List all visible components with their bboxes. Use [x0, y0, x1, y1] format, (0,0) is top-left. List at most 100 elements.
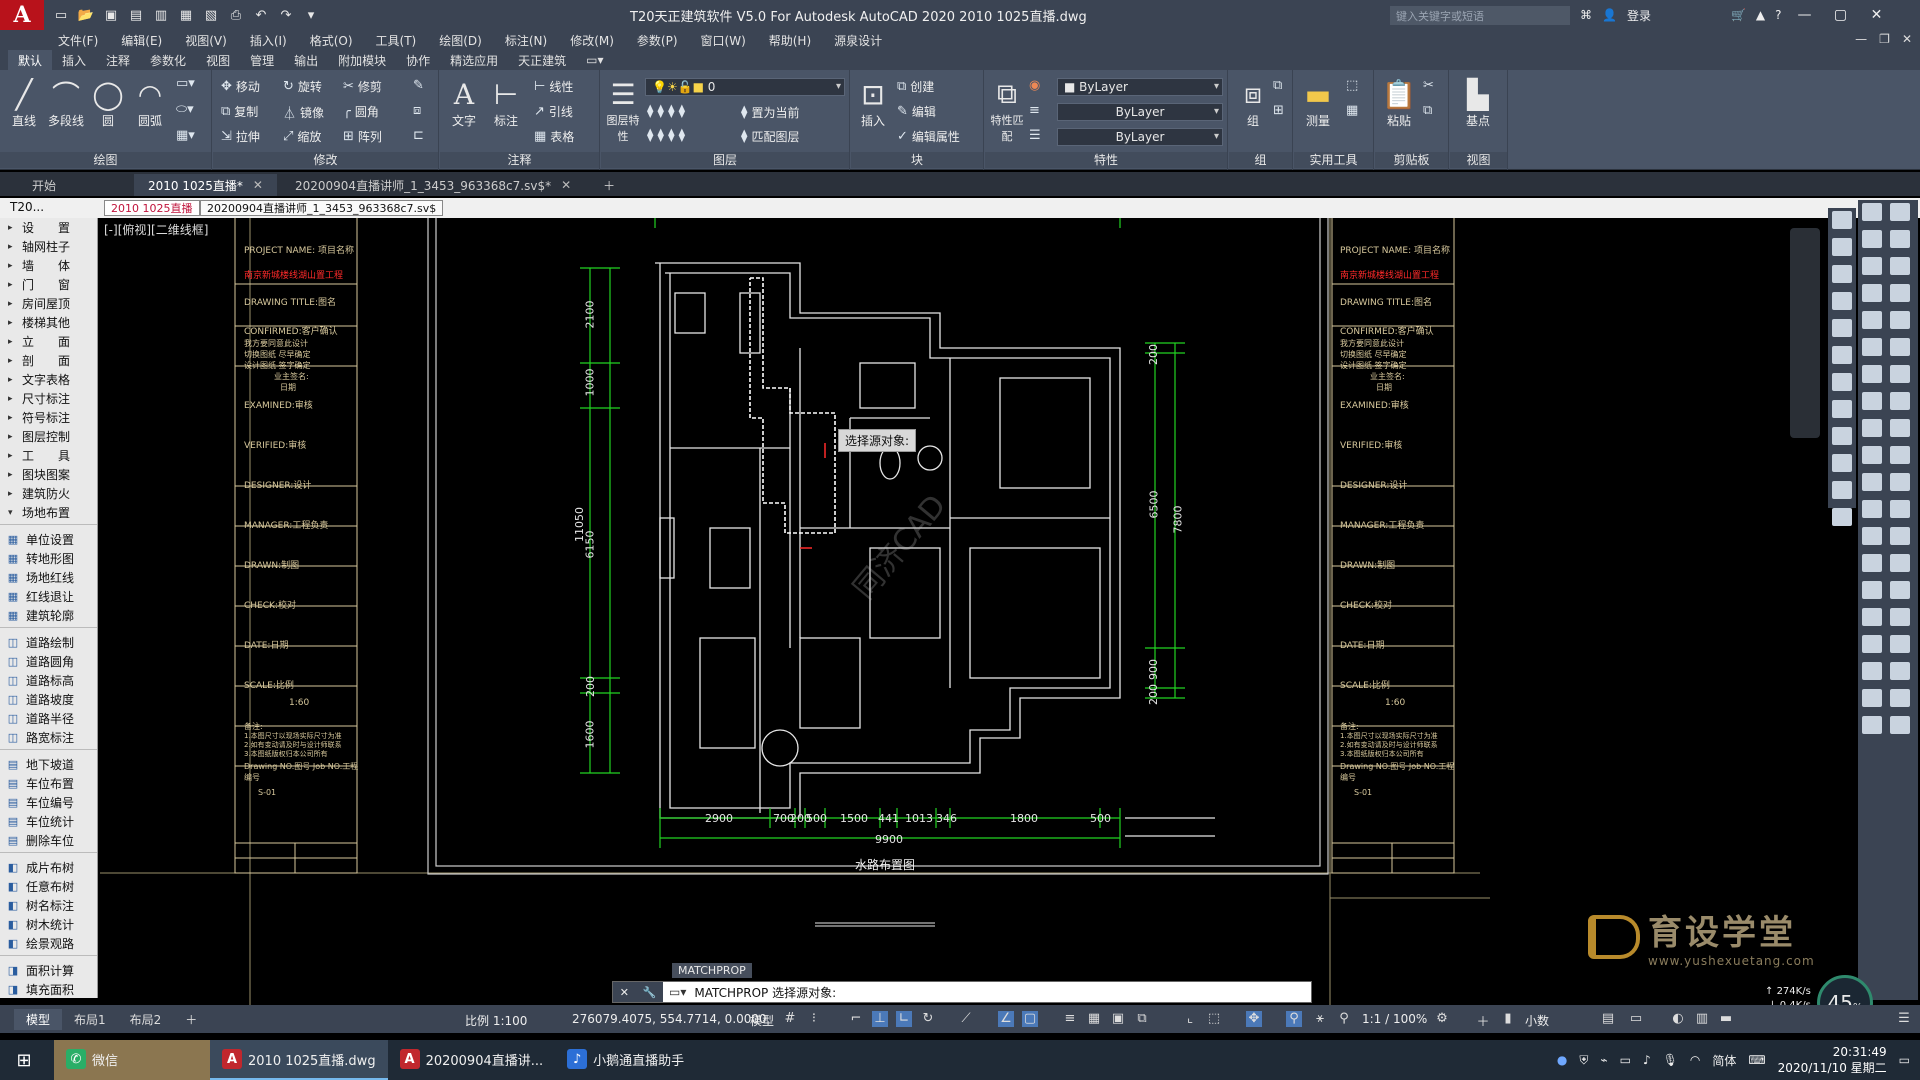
- palette-category[interactable]: ▸ 剖 面: [0, 351, 97, 370]
- tab-output[interactable]: 输出: [284, 50, 328, 71]
- tab-annotate[interactable]: 注释: [96, 50, 140, 71]
- status-menu-icon[interactable]: ☰: [1896, 1011, 1912, 1027]
- panel-block-title[interactable]: 块: [851, 152, 983, 168]
- move-tool[interactable]: ✥ 移动: [221, 78, 260, 95]
- annotation-visibility-icon[interactable]: ⚲: [1286, 1011, 1302, 1027]
- units-icon[interactable]: ▮: [1500, 1011, 1516, 1027]
- tool-icon[interactable]: [1862, 338, 1882, 356]
- layer-properties-tool[interactable]: ☰ 图层特性: [603, 76, 643, 144]
- select-all-icon[interactable]: ⬚: [1346, 78, 1358, 93]
- hardware-accel-icon[interactable]: ▥: [1694, 1011, 1710, 1027]
- erase-tool[interactable]: ✎: [413, 78, 424, 93]
- dynamic-input-icon[interactable]: ⊥: [872, 1011, 888, 1027]
- palette-category[interactable]: ▸ 轴网柱子: [0, 237, 97, 256]
- drawing-canvas[interactable]: [-][俯视][二维线框] PROJECT NAME: 项目名称 南京新城楼线湖…: [100, 218, 1828, 1008]
- auto-scale-icon[interactable]: ⚹: [1312, 1011, 1328, 1027]
- measure-tool[interactable]: ▬ 测量: [1298, 76, 1338, 129]
- tab-manage[interactable]: 管理: [240, 50, 284, 71]
- tool-icon[interactable]: [1832, 481, 1852, 499]
- palette-command[interactable]: ▦ 建筑轮廓: [0, 606, 97, 625]
- menu-help[interactable]: 帮助(H): [769, 32, 811, 49]
- volume-icon[interactable]: ♪: [1643, 1053, 1651, 1067]
- taskbar-app[interactable]: ♪ 小鹅通直播助手: [555, 1040, 696, 1080]
- dimension-tool[interactable]: ⊢ 标注: [486, 76, 526, 129]
- tab-featured-apps[interactable]: 精选应用: [440, 50, 508, 71]
- battery-icon[interactable]: ▭: [1620, 1053, 1631, 1067]
- layer-tools-row1[interactable]: ⧫ ⧫ ⧫ ⧫: [647, 104, 685, 119]
- panel-modify-title[interactable]: 修改: [213, 152, 438, 168]
- tool-icon[interactable]: [1862, 716, 1882, 734]
- new-file-icon[interactable]: ▭: [50, 5, 72, 25]
- tool-icon[interactable]: [1890, 689, 1910, 707]
- 3d-osnap-icon[interactable]: ⧉: [1134, 1011, 1150, 1027]
- menu-parametric[interactable]: 参数(P): [637, 32, 678, 49]
- plot-icon[interactable]: ▧: [200, 5, 222, 25]
- command-prompt[interactable]: MATCHPROP 选择源对象:: [686, 984, 836, 1001]
- clean-screen-icon[interactable]: ▬: [1718, 1011, 1734, 1027]
- palette-command[interactable]: ◫ 道路圆角: [0, 652, 97, 671]
- menu-tools[interactable]: 工具(T): [376, 32, 417, 49]
- units-dropdown[interactable]: 小数: [1525, 1012, 1549, 1029]
- menu-view[interactable]: 视图(V): [185, 32, 227, 49]
- login-button[interactable]: 登录: [1627, 7, 1651, 24]
- annotation-monitor-icon[interactable]: ＋: [1475, 1011, 1491, 1030]
- tool-icon[interactable]: [1832, 292, 1852, 310]
- tool-icon[interactable]: [1890, 284, 1910, 302]
- annotation-scale-icon[interactable]: ⚲: [1336, 1011, 1352, 1027]
- panel-layers-title[interactable]: 图层: [601, 152, 849, 168]
- user-icon[interactable]: 👤: [1602, 8, 1617, 22]
- network-icon[interactable]: ⌁: [1600, 1053, 1607, 1067]
- selection-filter-icon[interactable]: ⬚: [1206, 1011, 1222, 1027]
- navigation-bar[interactable]: [1790, 228, 1820, 438]
- tab-insert[interactable]: 插入: [52, 50, 96, 71]
- quick-properties-icon[interactable]: ▤: [1600, 1011, 1616, 1027]
- line-tool[interactable]: ╱ 直线: [4, 76, 44, 129]
- offset-tool[interactable]: ⊏: [413, 128, 424, 143]
- tool-icon[interactable]: [1890, 257, 1910, 275]
- panel-annotation-title[interactable]: 注释: [440, 152, 599, 168]
- autocad-logo-icon[interactable]: A: [0, 0, 44, 30]
- menu-yuanquan[interactable]: 源泉设计: [834, 32, 882, 49]
- trim-tool[interactable]: ✂ 修剪: [343, 78, 382, 95]
- tool-icon[interactable]: [1862, 365, 1882, 383]
- palette-command[interactable]: ◧ 任意布树: [0, 877, 97, 896]
- tab-addins[interactable]: 附加模块: [328, 50, 396, 71]
- tab-parametric[interactable]: 参数化: [140, 50, 196, 71]
- rectangle-icon[interactable]: ▭▾: [176, 76, 195, 91]
- edit-block-tool[interactable]: ✎ 编辑: [897, 103, 936, 120]
- mirror-tool[interactable]: ⏃ 镜像: [283, 103, 324, 122]
- menu-draw[interactable]: 绘图(D): [439, 32, 482, 49]
- selection-cycling-icon[interactable]: ▣: [1110, 1011, 1126, 1027]
- doc-close-button[interactable]: ✕: [1902, 32, 1912, 46]
- undo-icon[interactable]: ↶: [250, 5, 272, 25]
- scale-tool[interactable]: ⤢ 缩放: [283, 128, 321, 145]
- linetype-dropdown[interactable]: ByLayer: [1057, 103, 1223, 121]
- tool-icon[interactable]: [1890, 365, 1910, 383]
- tool-icon[interactable]: [1862, 662, 1882, 680]
- tool-icon[interactable]: [1862, 284, 1882, 302]
- tool-icon[interactable]: [1890, 203, 1910, 221]
- tool-icon[interactable]: [1862, 554, 1882, 572]
- workspace-gear-icon[interactable]: ⚙: [1434, 1011, 1450, 1027]
- menu-file[interactable]: 文件(F): [58, 32, 98, 49]
- palette-category[interactable]: ▸ 图块图案: [0, 465, 97, 484]
- palette-command[interactable]: ◫ 道路绘制: [0, 633, 97, 652]
- tool-icon[interactable]: [1862, 311, 1882, 329]
- tool-icon[interactable]: [1862, 419, 1882, 437]
- array-tool[interactable]: ⊞ 阵列: [343, 128, 382, 145]
- explode-tool[interactable]: ⧈: [413, 103, 421, 118]
- palette-command[interactable]: ◧ 成片布树: [0, 858, 97, 877]
- menu-insert[interactable]: 插入(I): [250, 32, 287, 49]
- paste-tool[interactable]: 📋 粘贴: [1379, 76, 1419, 129]
- polar-icon[interactable]: ↻: [920, 1011, 936, 1027]
- doc-tab-second[interactable]: 20200904直播讲师_1_3453_963368c7.sv$* ✕: [281, 174, 585, 196]
- match-properties-tool[interactable]: ⧉ 特性匹配: [987, 76, 1027, 144]
- palette-category[interactable]: ▸ 门 窗: [0, 275, 97, 294]
- linetype-icon[interactable]: ≡: [1029, 103, 1040, 118]
- palette-category[interactable]: ▸ 图层控制: [0, 427, 97, 446]
- panel-groups-title[interactable]: 组: [1229, 152, 1292, 168]
- palette-command[interactable]: ◫ 道路标高: [0, 671, 97, 690]
- tool-icon[interactable]: [1832, 400, 1852, 418]
- a360-icon[interactable]: ▲: [1756, 8, 1765, 22]
- tool-icon[interactable]: [1890, 392, 1910, 410]
